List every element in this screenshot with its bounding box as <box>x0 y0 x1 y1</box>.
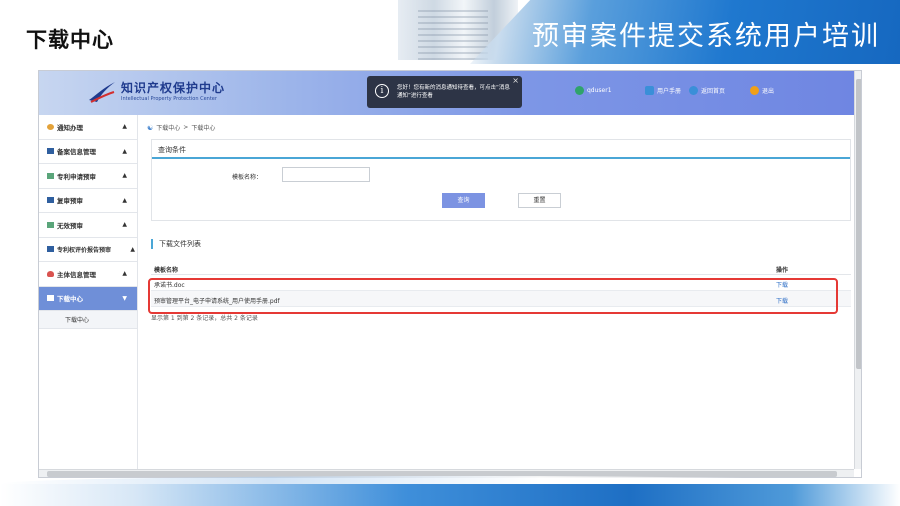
sidebar-item-download[interactable]: 下载中心 ▼ <box>39 286 137 311</box>
chevron-up-icon: ▲ <box>130 245 135 253</box>
sidebar-item-reexam[interactable]: 复审预审 ▲ <box>39 188 137 213</box>
logout-link[interactable]: 退出 <box>750 86 774 95</box>
sidebar-item-filing[interactable]: 备案信息管理 ▲ <box>39 139 137 164</box>
chevron-up-icon: ▲ <box>122 196 127 204</box>
sidebar: 通知办理 ▲ 备案信息管理 ▲ 专利申请预审 ▲ 复审预审 ▲ 无效预审 ▲ 专… <box>39 115 138 469</box>
logout-label: 退出 <box>762 88 775 95</box>
breadcrumb-separator: > <box>183 124 189 131</box>
folder-icon <box>47 197 54 204</box>
slide-title-left: 下载中心 <box>26 28 114 52</box>
power-icon <box>750 86 759 95</box>
sidebar-item-label: 通知办理 <box>57 123 83 132</box>
pagination-info: 显示第 1 到第 2 条记录，总共 2 条记录 <box>151 315 258 322</box>
query-panel-title: 查询条件 <box>158 146 186 154</box>
app-screenshot: 知识产权保护中心 Intellectual Property Protectio… <box>38 70 862 478</box>
chevron-up-icon: ▲ <box>122 270 127 278</box>
breadcrumb-item[interactable]: 下载中心 <box>156 123 180 132</box>
notification-text: 您好！您有新的消息通知待查看，可点击“消息通知”进行查看 <box>397 85 510 99</box>
column-header-name: 模板名称 <box>154 267 179 274</box>
sidebar-item-entity[interactable]: 主体信息管理 ▲ <box>39 262 137 287</box>
slide-header: 下载中心 预审案件提交系统用户培训 <box>0 0 900 64</box>
slide-title-right: 预审案件提交系统用户培训 <box>532 21 880 52</box>
sidebar-item-label: 无效预审 <box>57 221 83 230</box>
chevron-up-icon: ▲ <box>122 147 127 155</box>
home-label: 返回首页 <box>701 88 726 95</box>
sidebar-item-label: 专利权评价报告预审 <box>57 246 112 254</box>
template-name-input[interactable] <box>282 167 370 182</box>
manual-icon <box>645 86 654 95</box>
sidebar-item-evaluation[interactable]: 专利权评价报告预审 ▲ <box>39 237 137 262</box>
template-name-label: 模板名称： <box>232 174 263 181</box>
info-icon: i <box>375 84 389 98</box>
bell-icon <box>47 123 54 130</box>
user-manual-link[interactable]: 用户手册 <box>645 86 681 95</box>
search-button[interactable]: 查询 <box>442 193 485 208</box>
app-header: 知识产权保护中心 Intellectual Property Protectio… <box>39 71 854 115</box>
user-name: qduser1 <box>587 87 612 94</box>
sidebar-item-label: 备案信息管理 <box>57 148 96 157</box>
user-icon <box>575 86 584 95</box>
chevron-up-icon: ▲ <box>122 123 127 131</box>
home-icon: ☯ <box>147 123 154 132</box>
logo-title: 知识产权保护中心 <box>121 81 226 95</box>
panel-divider <box>152 157 850 159</box>
chevron-down-icon: ▼ <box>122 294 127 302</box>
sidebar-subitem-download[interactable]: 下载中心 <box>39 311 137 329</box>
logo-subtitle: Intellectual Property Protection Center <box>121 96 217 102</box>
download-icon <box>47 295 54 302</box>
sidebar-item-label: 复审预审 <box>57 197 83 206</box>
column-header-action: 操作 <box>776 267 789 274</box>
reset-button[interactable]: 重置 <box>518 193 561 208</box>
sidebar-item-label: 专利申请预审 <box>57 172 96 181</box>
breadcrumb: ☯ 下载中心 > 下载中心 <box>147 123 216 133</box>
sidebar-item-invalidation[interactable]: 无效预审 ▲ <box>39 213 137 238</box>
user-menu[interactable]: qduser1 <box>575 86 612 95</box>
file-list-title: 下载文件列表 <box>151 239 201 249</box>
chevron-up-icon: ▲ <box>122 172 127 180</box>
scrollbar-thumb[interactable] <box>856 79 861 369</box>
sidebar-item-patent-prereview[interactable]: 专利申请预审 ▲ <box>39 164 137 189</box>
highlight-box <box>148 278 838 314</box>
slide-footer <box>0 484 900 506</box>
folder-icon <box>47 246 54 253</box>
manual-label: 用户手册 <box>657 88 682 95</box>
notification-popup: i 您好！您有新的消息通知待查看，可点击“消息通知”进行查看 × <box>367 76 522 108</box>
vertical-scrollbar[interactable] <box>854 71 861 469</box>
home-icon <box>689 86 698 95</box>
chevron-up-icon: ▲ <box>122 221 127 229</box>
query-panel: 查询条件 模板名称： 查询 重置 <box>151 139 851 221</box>
logo-icon <box>89 82 115 103</box>
breadcrumb-item: 下载中心 <box>191 125 216 132</box>
sidebar-item-label: 主体信息管理 <box>57 270 96 279</box>
table-header: 模板名称 操作 <box>151 261 851 275</box>
sidebar-item-notice[interactable]: 通知办理 ▲ <box>39 115 137 140</box>
home-link[interactable]: 返回首页 <box>689 86 725 95</box>
folder-icon <box>47 148 54 155</box>
document-icon <box>47 221 54 228</box>
person-icon <box>47 270 54 277</box>
document-icon <box>47 172 54 179</box>
sidebar-item-label: 下载中心 <box>57 295 83 304</box>
close-icon[interactable]: × <box>512 76 519 85</box>
